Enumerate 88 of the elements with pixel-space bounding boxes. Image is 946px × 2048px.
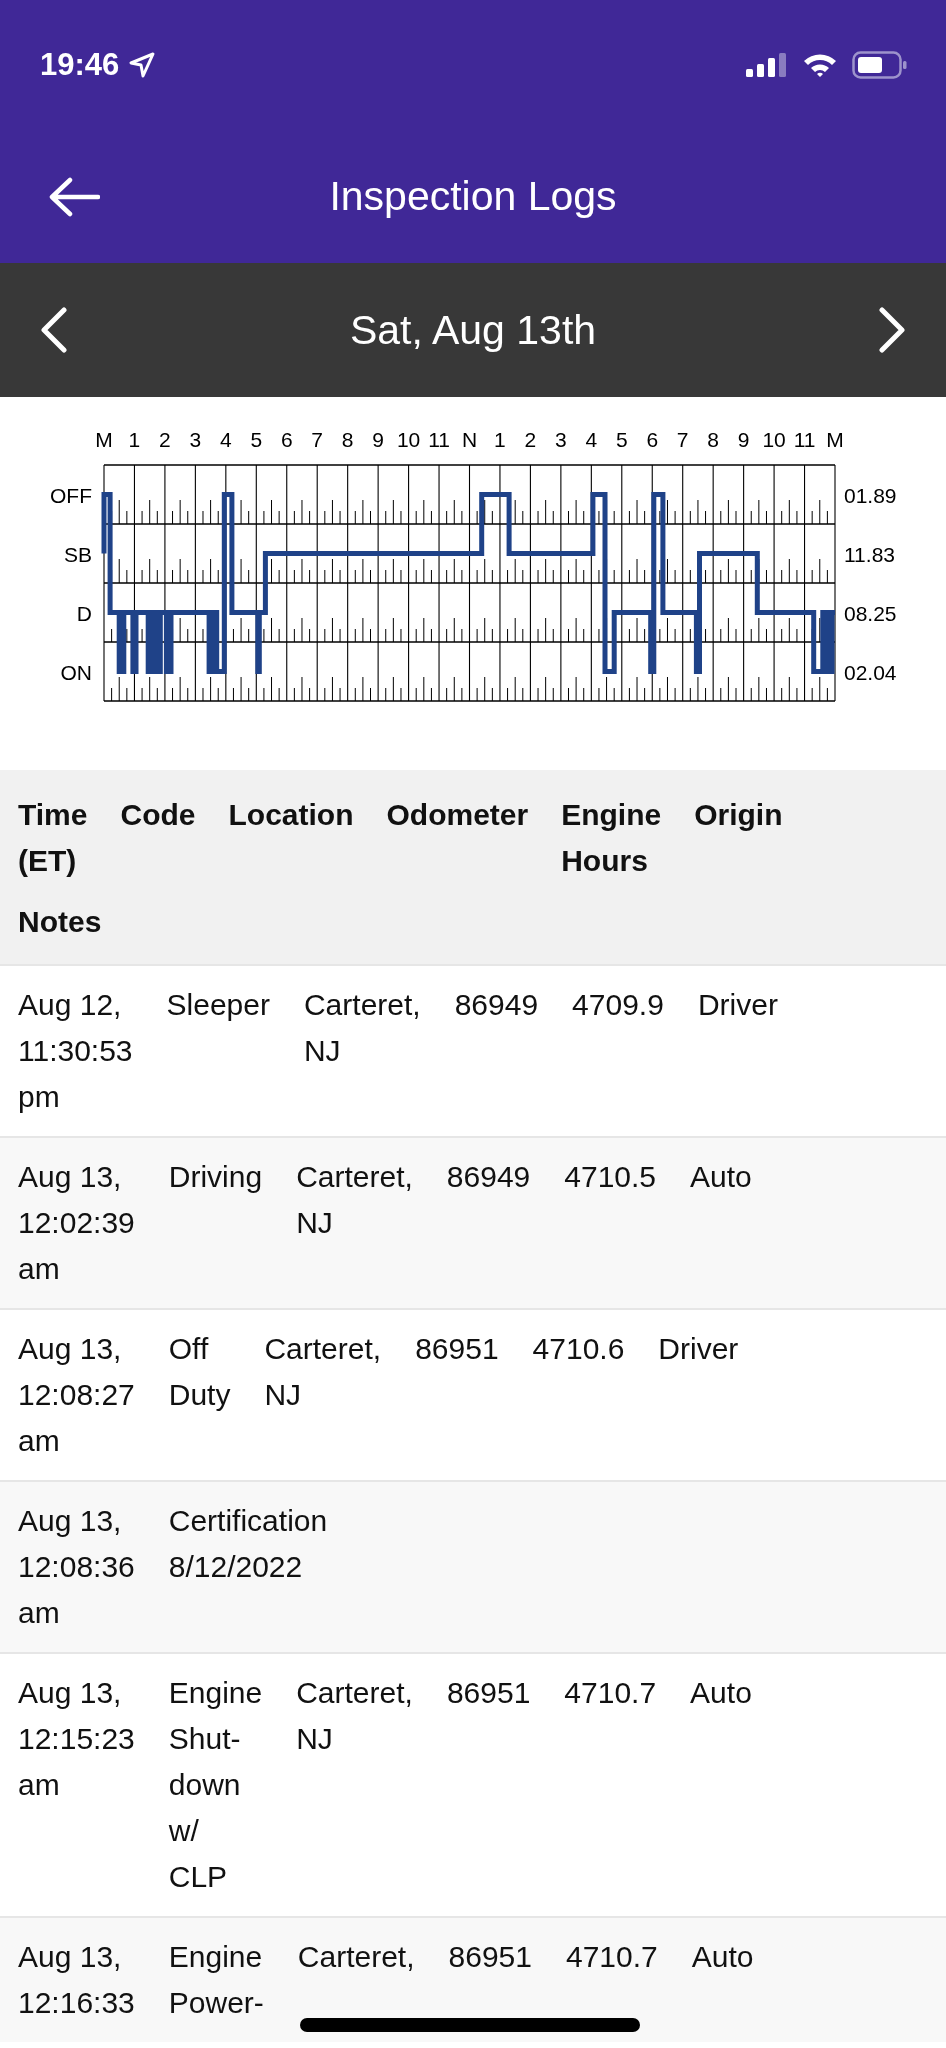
- column-header: Odometer: [386, 797, 529, 833]
- table-cell-text: 4710.7: [564, 1675, 657, 1711]
- table-cell-text: Driver: [697, 987, 778, 1023]
- signal-icon: [746, 53, 788, 77]
- hour-label: 6: [280, 428, 293, 451]
- column-header: Origin: [694, 797, 783, 833]
- back-button[interactable]: [48, 176, 100, 217]
- status-label: ON: [60, 660, 92, 684]
- status-label: OFF: [50, 483, 92, 507]
- hour-label: 3: [555, 428, 567, 451]
- hour-label: 11: [428, 428, 450, 451]
- hour-label: 1: [128, 428, 141, 451]
- table-cell-text: Certification 8/12/2022: [168, 1503, 328, 1585]
- column-header: Time (ET): [18, 797, 88, 879]
- hour-label: N: [461, 428, 478, 451]
- table-cell-text: Aug 13, 12:16:33: [18, 1939, 135, 2021]
- location-arrow-icon: [129, 52, 156, 78]
- battery-icon: [852, 51, 908, 79]
- hour-label: 2: [159, 428, 171, 451]
- table-cell-text: Engine Power-: [168, 1939, 264, 2021]
- table-cell-text: Aug 13, 12:02:39 am: [18, 1159, 135, 1287]
- table-cell-text: Carteret, NJ: [296, 1159, 413, 1241]
- column-header: Engine Hours: [561, 797, 662, 879]
- next-day-button[interactable]: [878, 307, 906, 353]
- selected-date: Sat, Aug 13th: [349, 306, 597, 354]
- table-cell-text: Auto: [691, 1939, 754, 1975]
- hour-label: 4: [220, 428, 232, 451]
- table-cell-text: Aug 13, 12:08:27 am: [18, 1331, 135, 1459]
- table-cell-text: Sleeper: [166, 987, 270, 1023]
- hour-label: M: [826, 428, 844, 451]
- table-cell-text: Carteret, NJ: [296, 1675, 413, 1757]
- table-cell-text: Driving: [168, 1159, 263, 1195]
- table-cell-text: 4710.7: [565, 1939, 658, 1975]
- hour-label: 6: [646, 428, 659, 451]
- hour-label: M: [95, 428, 113, 451]
- clock-time: 19:46: [40, 47, 120, 83]
- status-total: 11.83: [844, 542, 895, 566]
- screen-title: Inspection Logs: [329, 173, 617, 220]
- table-cell-text: Aug 13, 12:15:23 am: [18, 1675, 135, 1803]
- status-label: D: [76, 601, 92, 625]
- hour-label: 9: [372, 428, 384, 451]
- table-cell-text: 86951: [415, 1331, 499, 1367]
- hour-label: 8: [341, 428, 354, 451]
- hour-label: 9: [737, 428, 750, 451]
- status-total: 08.25: [844, 601, 897, 625]
- hour-label: 2: [524, 428, 537, 451]
- hour-label: 3: [189, 428, 202, 451]
- hour-label: 11: [793, 428, 816, 451]
- back-arrow-icon: [48, 176, 100, 217]
- hour-label: 7: [676, 428, 689, 451]
- hour-label: 10: [396, 428, 421, 451]
- status-label: SB: [64, 542, 92, 566]
- wifi-icon: [802, 52, 838, 78]
- table-cell-text: Carteret, NJ: [264, 1331, 382, 1413]
- log-entry-row[interactable]: Aug 13, 12:02:39 am Driving Carteret, NJ 86949 4710.5 Auto: [0, 1136, 946, 1308]
- table-cell-text: Engine Shut-down w/ CLP: [168, 1675, 263, 1895]
- table-cell-text: 86951: [446, 1675, 531, 1711]
- table-cell-text: 4710.6: [532, 1331, 625, 1367]
- status-total: 01.89: [844, 483, 897, 507]
- column-header: Code: [120, 797, 196, 833]
- table-cell-text: Off Duty: [168, 1331, 231, 1413]
- table-cell-text: Aug 13, 12:08:36 am: [18, 1503, 135, 1631]
- table-cell-text: Carteret, NJ: [303, 987, 421, 1069]
- hour-label: 5: [615, 428, 628, 451]
- hour-label: 4: [585, 428, 598, 451]
- hour-label: 1: [494, 428, 506, 451]
- hour-label: 8: [707, 428, 719, 451]
- table-cell-text: Driver: [658, 1331, 739, 1367]
- table-cell-text: 86949: [454, 987, 539, 1023]
- log-entry-row[interactable]: Aug 13, 12:16:33 Engine Power- Carteret, 86951 4710.7 Auto: [0, 1916, 946, 2042]
- table-cell-text: 86951: [448, 1939, 532, 1975]
- status-total: 02.04: [844, 660, 897, 684]
- table-cell-text: 86949: [446, 1159, 531, 1195]
- previous-day-button[interactable]: [40, 307, 68, 353]
- hour-label: 10: [762, 428, 786, 451]
- table-cell-text: Carteret,: [297, 1939, 415, 1975]
- column-header: Location: [228, 797, 354, 833]
- table-cell-text: 4710.5: [564, 1159, 657, 1195]
- hour-label: 5: [250, 428, 263, 451]
- table-cell-text: Auto: [690, 1159, 752, 1195]
- table-cell-text: 4709.9: [572, 987, 664, 1023]
- table-cell-text: Auto: [690, 1675, 752, 1711]
- hour-label: 7: [311, 428, 324, 451]
- table-cell-text: Aug 12, 11:30:53 pm: [18, 987, 133, 1115]
- chevron-right-icon: [878, 307, 906, 353]
- log-entry-row[interactable]: Aug 13, 12:08:36 am Certification 8/12/2022: [0, 1480, 946, 1652]
- column-header: Notes: [18, 904, 102, 940]
- chevron-left-icon: [40, 307, 68, 353]
